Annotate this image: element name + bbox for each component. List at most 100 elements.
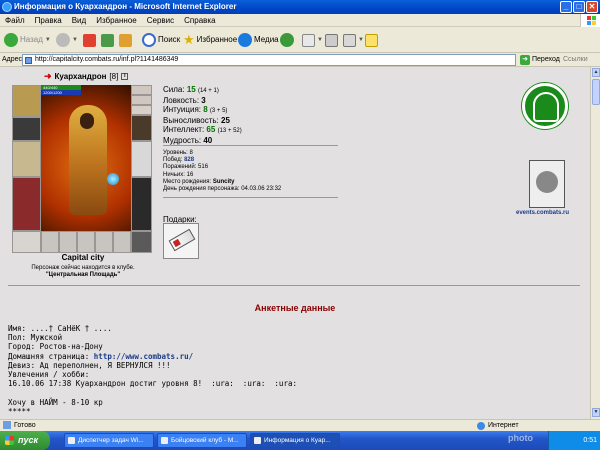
- stats-list: Сила: 15 (14 + 1) Ловкость: 3 Интуиция: …: [163, 85, 242, 145]
- detail-level: Уровень: 8: [163, 150, 193, 156]
- page-icon: [3, 421, 11, 430]
- menu-view[interactable]: Вид: [67, 14, 91, 27]
- menu-tools[interactable]: Сервис: [142, 14, 179, 27]
- events-link[interactable]: events.combats.ru: [516, 210, 569, 216]
- print-button[interactable]: [325, 32, 338, 48]
- forward-button[interactable]: ▼: [56, 32, 78, 48]
- gloves-slot[interactable]: [131, 115, 152, 141]
- task-manager-icon: [68, 437, 75, 444]
- weapon-slot[interactable]: [12, 141, 41, 177]
- menu-edit[interactable]: Правка: [30, 14, 67, 27]
- start-button[interactable]: пуск: [0, 431, 50, 450]
- menu-help[interactable]: Справка: [179, 14, 220, 27]
- pants-slot[interactable]: [131, 177, 152, 231]
- favorites-button[interactable]: ★ Избранное: [183, 32, 237, 48]
- chevron-down-icon: ▼: [44, 37, 51, 43]
- address-input[interactable]: http://capitalcity.combats.ru/inf.pl?114…: [22, 54, 516, 66]
- rune-slot-5[interactable]: [113, 231, 131, 253]
- detail-draws: Ничьих: 16: [163, 171, 194, 178]
- links-button[interactable]: Ссылки: [563, 53, 588, 67]
- close-button[interactable]: ✕: [586, 1, 598, 13]
- home-icon: [119, 33, 132, 47]
- amulet-slot[interactable]: [131, 95, 152, 105]
- maximize-button[interactable]: □: [573, 1, 585, 13]
- stat-endurance: Выносливость: 25: [163, 116, 230, 125]
- detail-losses: Поражений: 516: [163, 164, 209, 171]
- stat-strength: Сила: 15 (14 + 1): [163, 85, 219, 94]
- ie-icon: [161, 437, 168, 444]
- rune-slot-2[interactable]: [59, 231, 77, 253]
- homepage-link[interactable]: http://www.combats.ru/: [94, 352, 193, 361]
- menu-favorites[interactable]: Избранное: [91, 14, 142, 27]
- profile-homepage: Домашняя страница: http://www.combats.ru…: [8, 351, 194, 361]
- boots-slot[interactable]: [131, 231, 152, 253]
- belt-slot[interactable]: [12, 231, 41, 253]
- home-button[interactable]: [119, 32, 132, 48]
- windows-flag-icon: [5, 436, 14, 445]
- magic-orb-icon: [107, 173, 119, 185]
- scroll-down-icon[interactable]: ▼: [592, 408, 600, 417]
- profile-text: Имя: ....† СаНёК † .... Пол: Мужской Город…: [8, 324, 297, 416]
- scroll-thumb[interactable]: [592, 79, 600, 105]
- chevron-down-icon: ▼: [72, 37, 78, 43]
- gift-item[interactable]: [163, 223, 199, 259]
- page-icon: [25, 57, 32, 64]
- rune-slot-1[interactable]: [41, 231, 59, 253]
- menu-file[interactable]: Файл: [0, 14, 30, 27]
- minimize-button[interactable]: _: [560, 1, 572, 13]
- details-list: Уровень: 8 Побед: 828 Поражений: 516 Нич…: [163, 150, 281, 193]
- stat-agility: Ловкость: 3: [163, 96, 206, 105]
- back-button[interactable]: Назад ▼: [4, 32, 51, 48]
- search-icon: [142, 33, 156, 47]
- character-header: ➜ Куархандрон [8] i: [44, 71, 129, 82]
- rune-slot-3[interactable]: [77, 231, 95, 253]
- ie-icon: [2, 2, 12, 12]
- go-label: Переход: [532, 56, 560, 63]
- search-button[interactable]: Поиск: [142, 32, 180, 48]
- forward-arrow-icon: [56, 33, 70, 47]
- gift-icon: [168, 228, 196, 252]
- earrings-slot[interactable]: [131, 85, 152, 95]
- history-button[interactable]: [280, 32, 294, 48]
- profile-title: Анкетные данные: [254, 303, 336, 313]
- go-arrow-icon: ➜: [520, 55, 530, 65]
- page-content: ➜ Куархандрон [8] i 440/440 1200/1200 Ca…: [0, 67, 590, 419]
- ie-icon: [254, 437, 261, 444]
- clan-emblem-icon[interactable]: [522, 83, 568, 129]
- edit-icon: [343, 33, 356, 47]
- task-task-manager[interactable]: Диспетчер задач Wi...: [64, 433, 154, 448]
- rune-slot-4[interactable]: [95, 231, 113, 253]
- windows-logo-icon: [580, 14, 600, 27]
- system-tray: 0:51: [548, 431, 600, 450]
- ring1-slot[interactable]: [131, 105, 152, 115]
- detail-birthplace: Место рождения: Suncity: [163, 178, 235, 185]
- bracers-slot[interactable]: [12, 117, 41, 141]
- stat-intellect: Интеллект: 65 (13 + 52): [163, 125, 242, 134]
- status-text: Готово: [14, 422, 36, 429]
- info-icon[interactable]: i: [121, 73, 129, 80]
- mail-button[interactable]: ▼: [302, 32, 323, 48]
- events-banner-icon[interactable]: [529, 160, 565, 208]
- detail-birthday: День рождения персонажа: 04.03.06 23:32: [163, 186, 282, 193]
- chevron-down-icon: ▼: [317, 37, 323, 43]
- stat-intuition: Интуиция: 8 (3 + 5): [163, 105, 228, 114]
- refresh-button[interactable]: [101, 32, 114, 48]
- helmet-slot[interactable]: [12, 85, 41, 117]
- club-name: "Центральная Площадь": [45, 272, 121, 278]
- armor-slot[interactable]: [12, 177, 41, 231]
- scroll-up-icon[interactable]: ▲: [592, 68, 600, 77]
- profile-name: Имя: ....† СаНёК † ....: [8, 324, 112, 333]
- shield-slot[interactable]: [131, 141, 152, 177]
- media-button[interactable]: Медиа: [238, 32, 279, 48]
- task-info[interactable]: Информация о Куар...: [250, 433, 340, 448]
- messenger-button[interactable]: [365, 32, 378, 48]
- menu-bar: Файл Правка Вид Избранное Сервис Справка: [0, 14, 600, 27]
- go-button[interactable]: ➜ Переход: [520, 54, 560, 66]
- stop-button[interactable]: [83, 32, 96, 48]
- stop-icon: [83, 33, 96, 47]
- task-combats[interactable]: Бойцовский клуб - M...: [157, 433, 247, 448]
- vertical-scrollbar[interactable]: ▲ ▼: [590, 67, 600, 419]
- location-text: Персонаж сейчас находится в клубе.: [31, 265, 135, 271]
- edit-button[interactable]: ▼: [343, 32, 364, 48]
- printer-icon: [325, 33, 338, 47]
